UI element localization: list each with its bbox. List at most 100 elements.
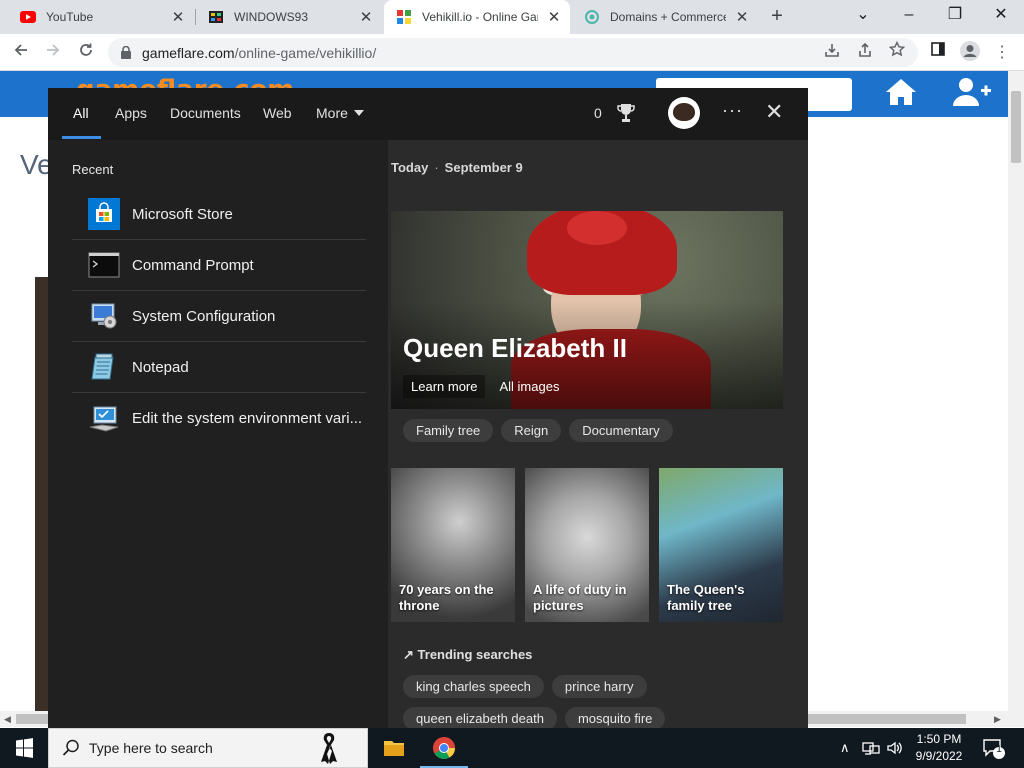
vertical-scrollbar[interactable] [1008,71,1024,727]
tab-web[interactable]: Web [263,105,292,121]
taskbar: Type here to search ∧ 1:50 PM 9/9/2022 1 [0,728,1024,768]
trending-row: king charles speech prince harry [403,675,647,698]
network-icon[interactable] [862,740,880,759]
tab-domains[interactable]: Domains + Commerce ✕ [572,0,758,34]
show-hidden-icons-button[interactable]: ∧ [840,740,850,756]
recent-section: Recent Microsoft Store Command Prompt Sy… [48,140,388,728]
tab-documents[interactable]: Documents [170,105,241,121]
image-card[interactable]: A life of duty in pictures [525,468,649,622]
search-icon [62,739,79,756]
chip-reign[interactable]: Reign [501,419,562,442]
today-date: September 9 [444,160,523,175]
windows93-icon [208,9,224,25]
trending-chip[interactable]: king charles speech [403,675,544,698]
user-avatar[interactable] [668,97,700,129]
share-icon[interactable] [857,42,873,62]
forward-button[interactable] [40,40,66,66]
trophy-icon[interactable] [616,102,636,124]
chip-family-tree[interactable]: Family tree [403,419,494,442]
file-explorer-button[interactable] [370,728,418,768]
rewards-points: 0 [594,105,602,121]
trending-chip[interactable]: prince harry [551,675,647,698]
close-icon[interactable]: ✕ [765,100,783,124]
hero-title[interactable]: Queen Elizabeth II [403,333,627,364]
more-options-button[interactable]: ··· [722,100,743,121]
tab-vehikill[interactable]: Vehikill.io - Online Gam ✕ [384,0,570,34]
browser-menu-icon[interactable]: ⋮ [989,40,1015,66]
env-vars-icon [88,403,120,435]
trending-chip[interactable]: mosquito fire [564,707,666,728]
chevron-down-icon [353,110,364,116]
learn-more-link[interactable]: Learn more [403,375,486,398]
new-tab-button[interactable]: + [765,5,789,29]
recent-item-microsoft-store[interactable]: Microsoft Store [72,189,366,240]
recent-item-env-vars[interactable]: Edit the system environment vari... [72,393,366,444]
tab-all[interactable]: All [73,105,89,121]
trending-icon: ↗ [403,647,414,662]
chip-documentary[interactable]: Documentary [569,419,673,442]
taskbar-search-box[interactable]: Type here to search [48,728,368,768]
hero-image-hat-flower [567,211,627,245]
topic-chips: Family tree Reign Documentary [403,419,673,442]
windows-search-panel: All Apps Documents Web More 0 ··· ✕ Rece… [48,88,808,728]
home-icon[interactable] [884,77,918,114]
minimize-button[interactable]: – [886,4,932,28]
image-cards: 70 years on the throne A life of duty in… [391,468,783,622]
folder-icon [384,741,404,756]
url-text: gameflare.com/online-game/vehikillio/ [142,45,376,61]
chrome-taskbar-button[interactable] [420,728,468,768]
chrome-icon [433,737,455,759]
window-close-button[interactable]: ✕ [978,4,1024,28]
tab-apps[interactable]: Apps [115,105,147,121]
tab-title: Vehikill.io - Online Gam [422,10,538,24]
system-clock[interactable]: 1:50 PM 9/9/2022 [900,731,978,765]
arrow-right-icon [47,44,60,56]
browser-tab-strip: YouTube ✕ WINDOWS93 ✕ Vehikill.io - Onli… [0,0,1024,34]
all-images-link[interactable]: All images [491,375,567,398]
notification-center-button[interactable]: 1 [982,738,1006,763]
image-card[interactable]: The Queen's family tree [659,468,783,622]
tab-close-button[interactable]: ✕ [170,8,186,26]
tab-search-button[interactable]: ⌄ [840,4,886,28]
app-label: Edit the system environment vari... [132,410,363,427]
back-button[interactable] [8,40,34,66]
reload-icon [80,43,92,56]
trending-heading: ↗ Trending searches [403,647,532,663]
install-app-icon[interactable] [824,42,840,62]
recent-item-notepad[interactable]: Notepad [72,342,366,393]
hero-card[interactable]: Queen Elizabeth II Learn more All images [391,211,783,409]
profile-avatar-icon[interactable] [957,40,983,66]
recent-item-system-configuration[interactable]: System Configuration [72,291,366,342]
arrow-left-icon [14,44,27,56]
url-host: gameflare.com [142,44,235,61]
recent-item-command-prompt[interactable]: Command Prompt [72,240,366,291]
search-panel-header: All Apps Documents Web More 0 ··· ✕ [48,88,808,140]
trending-chip[interactable]: queen elizabeth death [403,707,557,728]
tab-more[interactable]: More [316,105,364,121]
date-separator: · [434,160,439,175]
domains-icon [584,9,600,25]
restore-button[interactable]: ❐ [932,4,978,28]
image-card[interactable]: 70 years on the throne [391,468,515,622]
scroll-thumb[interactable] [1011,91,1021,163]
game-frame[interactable] [35,277,49,711]
start-button[interactable] [0,728,48,768]
app-label: Microsoft Store [132,205,233,223]
notepad-icon [88,351,120,383]
clock-time: 1:50 PM [916,732,962,746]
reload-button[interactable] [73,40,99,66]
tab-title: YouTube [46,10,94,24]
black-ribbon-icon [321,733,337,764]
side-panel-icon[interactable] [925,40,951,66]
tab-windows93[interactable]: WINDOWS93 ✕ [196,0,382,34]
scroll-right-icon[interactable]: ▶ [994,714,1001,725]
bookmark-star-icon[interactable] [888,40,906,61]
tab-close-button[interactable]: ✕ [358,8,374,26]
tab-youtube[interactable]: YouTube ✕ [8,0,194,34]
scroll-left-icon[interactable]: ◀ [4,714,11,725]
windows-logo-icon [16,738,33,758]
tab-close-button[interactable]: ✕ [734,8,750,26]
tab-close-button[interactable]: ✕ [546,8,562,26]
address-bar[interactable]: gameflare.com/online-game/vehikillio/ [108,38,918,67]
add-user-icon[interactable] [952,77,992,114]
